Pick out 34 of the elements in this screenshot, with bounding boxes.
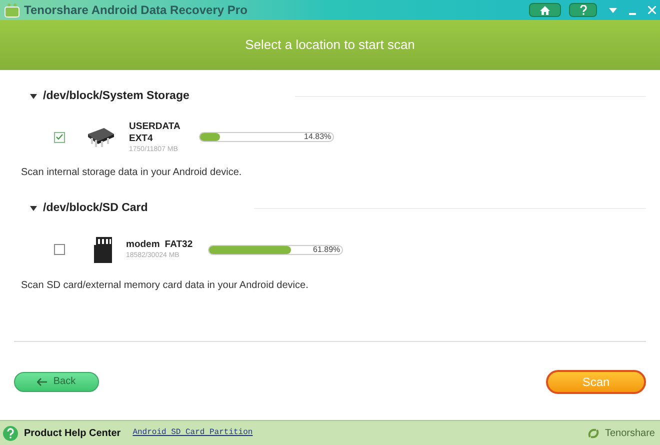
back-button[interactable]: Back: [14, 372, 99, 392]
dropdown-icon[interactable]: [609, 8, 617, 12]
question-icon: [580, 5, 586, 15]
close-icon[interactable]: [648, 6, 656, 14]
expand-arrow-icon[interactable]: [30, 206, 37, 212]
chip-icon: [86, 126, 116, 148]
home-button[interactable]: [529, 3, 561, 17]
sd-card-icon: [94, 236, 114, 262]
home-icon: [540, 6, 550, 14]
device-checkbox[interactable]: [54, 132, 65, 143]
section-path: /dev/block/SD Card: [43, 201, 148, 216]
window-title: Tenorshare Android Data Recovery Pro: [24, 2, 248, 19]
help-link[interactable]: Android SD Card Partition: [132, 427, 253, 439]
section-description: Scan internal storage data in your Android device.: [20, 166, 243, 180]
usage-percent: 14.83%: [304, 131, 332, 144]
section-path: /dev/block/System Storage: [43, 89, 190, 104]
help-icon[interactable]: [3, 426, 18, 440]
left-arrow-icon: [37, 378, 48, 386]
expand-arrow-icon[interactable]: [30, 94, 37, 100]
usage-percent: 61.89%: [313, 244, 340, 256]
help-button[interactable]: [569, 3, 597, 17]
header-title: Select a location to start scan: [245, 36, 415, 54]
device-name: modem: [126, 239, 160, 251]
device-checkbox[interactable]: [54, 244, 65, 255]
check-icon: [56, 134, 63, 140]
brand-name: Tenorshare: [604, 426, 655, 440]
help-center-label: Product Help Center: [24, 426, 121, 440]
scan-button[interactable]: Scan: [546, 370, 646, 394]
file-system: FAT32: [164, 239, 193, 251]
device-name: USERDATA: [129, 120, 182, 133]
file-system: EXT4: [129, 132, 154, 145]
section-description: Scan SD card/external memory card data in your Android device.: [20, 278, 310, 292]
brand-logo-icon: [588, 428, 599, 438]
android-logo-icon: [4, 2, 20, 18]
